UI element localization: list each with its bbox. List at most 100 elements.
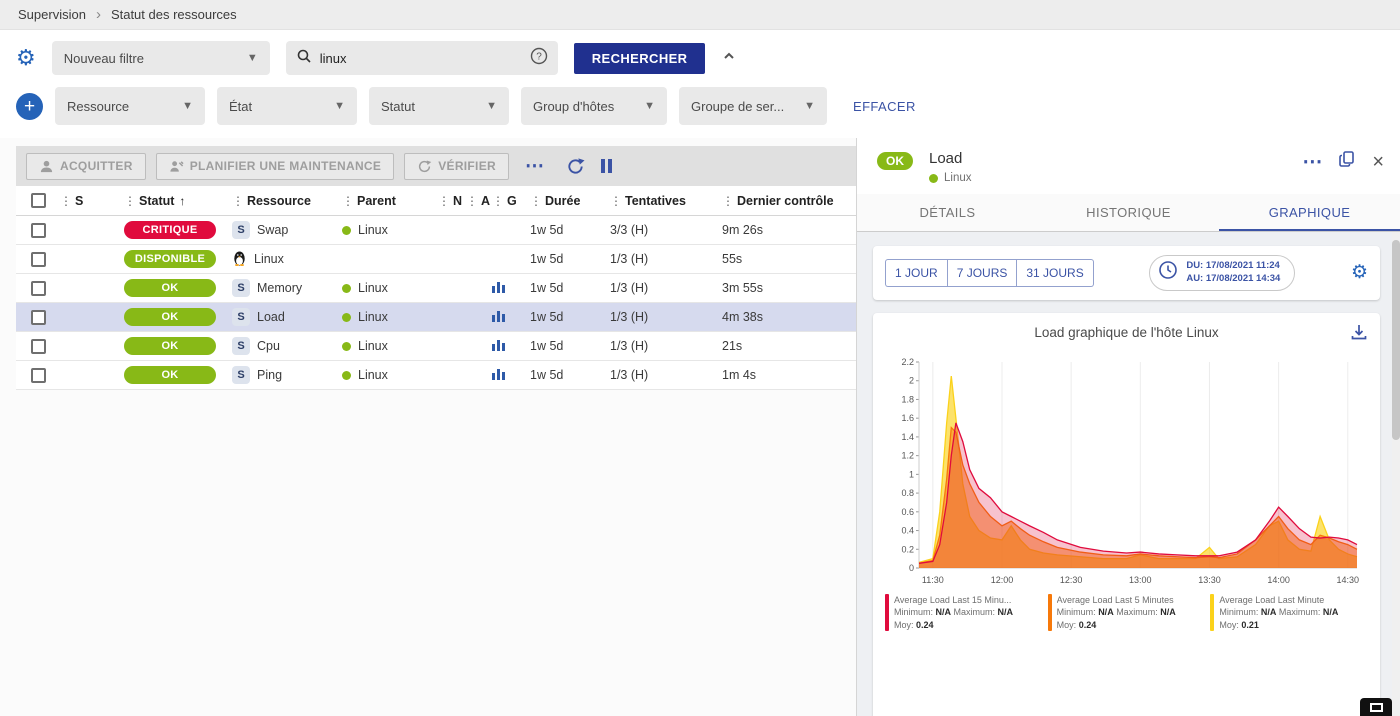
close-panel-icon[interactable]: × [1372, 152, 1384, 172]
resource-name[interactable]: Cpu [257, 339, 280, 353]
column-header-parent[interactable]: ⋮Parent [342, 194, 438, 208]
criteria-select-groupe-services[interactable]: Groupe de ser...▼ [679, 87, 827, 125]
resource-name[interactable]: Linux [254, 252, 284, 266]
search-button[interactable]: RECHERCHER [574, 43, 706, 74]
row-checkbox[interactable] [31, 368, 46, 383]
column-menu-icon[interactable]: ⋮ [530, 194, 542, 208]
parent-name[interactable]: Linux [358, 368, 388, 382]
table-row[interactable]: OK SPing Linux 1w 5d 1/3 (H) 1m 4s [16, 361, 856, 390]
graph-settings-gear-icon[interactable]: ⚙ [1351, 263, 1368, 282]
parent-name[interactable]: Linux [358, 281, 388, 295]
column-header-ressource[interactable]: ⋮Ressource [232, 194, 342, 208]
svg-text:1.8: 1.8 [901, 394, 914, 404]
saved-filter-select[interactable]: Nouveau filtre ▼ [52, 41, 270, 75]
status-dot [929, 174, 938, 183]
table-row[interactable]: DISPONIBLE Linux 1w 5d 1/3 (H) 55s [16, 245, 856, 274]
sort-asc-icon[interactable]: ↑ [179, 194, 185, 208]
breadcrumb: Supervision › Statut des ressources [0, 0, 1400, 30]
copy-link-icon[interactable] [1338, 150, 1356, 173]
status-badge: DISPONIBLE [124, 250, 216, 268]
clock-icon [1158, 260, 1178, 285]
parent-name[interactable]: Linux [358, 339, 388, 353]
legend-item[interactable]: Average Load Last 15 Minu...Minimum: N/A… [885, 594, 1043, 632]
resource-name[interactable]: Memory [257, 281, 302, 295]
graph-icon[interactable] [492, 367, 505, 380]
row-checkbox[interactable] [31, 223, 46, 238]
svg-text:0.4: 0.4 [901, 525, 914, 535]
range-1-day-button[interactable]: 1 JOUR [885, 259, 948, 287]
table-row[interactable]: OK SLoad Linux 1w 5d 1/3 (H) 4m 38s [16, 303, 856, 332]
pause-icon[interactable] [601, 159, 612, 173]
more-actions-icon[interactable]: ⋯ [519, 155, 550, 178]
svg-text:2: 2 [908, 375, 913, 385]
resource-name[interactable]: Swap [257, 223, 288, 237]
criteria-select-etat[interactable]: État▼ [217, 87, 357, 125]
custom-date-range-button[interactable]: DU: 17/08/2021 11:24 AU: 17/08/2021 14:3… [1149, 255, 1295, 291]
criteria-select-ressource[interactable]: Ressource▼ [55, 87, 205, 125]
row-checkbox[interactable] [31, 252, 46, 267]
check-button[interactable]: VÉRIFIER [404, 153, 509, 180]
criteria-select-groupe-hotes[interactable]: Group d'hôtes▼ [521, 87, 667, 125]
graph-icon[interactable] [492, 280, 505, 293]
column-header-statut[interactable]: ⋮Statut↑ [124, 194, 232, 208]
tries-cell: 1/3 (H) [610, 368, 722, 382]
column-header-n[interactable]: ⋮N [438, 194, 466, 208]
column-header-dernier-controle[interactable]: ⋮Dernier contrôle [722, 194, 856, 208]
maintenance-button[interactable]: PLANIFIER UNE MAINTENANCE [156, 153, 395, 180]
collapse-filters-chevron-up-icon[interactable] [721, 48, 737, 69]
column-header-g[interactable]: ⋮G [492, 194, 530, 208]
panel-scrollbar-track[interactable] [1392, 232, 1400, 716]
column-menu-icon[interactable]: ⋮ [610, 194, 622, 208]
breadcrumb-item-supervision[interactable]: Supervision [18, 7, 86, 22]
column-menu-icon[interactable]: ⋮ [492, 194, 504, 208]
column-header-severity[interactable]: ⋮S [60, 194, 124, 208]
svg-text:14:00: 14:00 [1267, 575, 1290, 585]
column-menu-icon[interactable]: ⋮ [342, 194, 354, 208]
parent-name[interactable]: Linux [358, 223, 388, 237]
row-checkbox[interactable] [31, 339, 46, 354]
range-7-days-button[interactable]: 7 JOURS [947, 259, 1018, 287]
graph-icon[interactable] [492, 309, 505, 322]
tab-graphique[interactable]: GRAPHIQUE [1219, 194, 1400, 231]
clear-filters-button[interactable]: EFFACER [853, 99, 916, 114]
table-row[interactable]: CRITIQUE SSwap Linux 1w 5d 3/3 (H) 9m 26… [16, 216, 856, 245]
select-all-checkbox[interactable] [31, 193, 46, 208]
column-menu-icon[interactable]: ⋮ [722, 194, 734, 208]
tab-historique[interactable]: HISTORIQUE [1038, 194, 1219, 231]
acknowledge-button[interactable]: ACQUITTER [26, 153, 146, 180]
table-row[interactable]: OK SMemory Linux 1w 5d 1/3 (H) 3m 55s [16, 274, 856, 303]
range-31-days-button[interactable]: 31 JOURS [1016, 259, 1093, 287]
column-menu-icon[interactable]: ⋮ [60, 194, 72, 208]
row-checkbox[interactable] [31, 281, 46, 296]
column-menu-icon[interactable]: ⋮ [438, 194, 450, 208]
tab-details[interactable]: DÉTAILS [857, 194, 1038, 231]
parent-name[interactable]: Linux [358, 310, 388, 324]
help-icon[interactable]: ? [530, 47, 548, 70]
resource-name[interactable]: Ping [257, 368, 282, 382]
add-criteria-plus-icon[interactable]: + [16, 93, 43, 120]
duration-cell: 1w 5d [530, 223, 610, 237]
legend-item[interactable]: Average Load Last MinuteMinimum: N/A Max… [1210, 594, 1368, 632]
refresh-icon[interactable] [566, 157, 585, 176]
legend-item[interactable]: Average Load Last 5 MinutesMinimum: N/A … [1048, 594, 1206, 632]
column-header-duree[interactable]: ⋮Durée [530, 194, 610, 208]
panel-parent-label[interactable]: Linux [944, 172, 972, 184]
panel-scrollbar-thumb[interactable] [1392, 240, 1400, 440]
column-header-a[interactable]: ⋮A [466, 194, 492, 208]
panel-more-actions-icon[interactable]: ⋯ [1302, 152, 1322, 172]
breadcrumb-item-statut[interactable]: Statut des ressources [111, 7, 237, 22]
column-header-tentatives[interactable]: ⋮Tentatives [610, 194, 722, 208]
search-box[interactable]: ? [286, 41, 558, 75]
row-checkbox[interactable] [31, 310, 46, 325]
column-menu-icon[interactable]: ⋮ [466, 194, 478, 208]
service-icon: S [232, 308, 250, 326]
criteria-select-statut[interactable]: Statut▼ [369, 87, 509, 125]
download-graph-icon[interactable] [1350, 323, 1368, 346]
filter-settings-gear-icon[interactable]: ⚙ [16, 47, 36, 69]
graph-icon[interactable] [492, 338, 505, 351]
column-menu-icon[interactable]: ⋮ [124, 194, 136, 208]
table-row[interactable]: OK SCpu Linux 1w 5d 1/3 (H) 21s [16, 332, 856, 361]
column-menu-icon[interactable]: ⋮ [232, 194, 244, 208]
resource-name[interactable]: Load [257, 310, 285, 324]
search-input[interactable] [320, 51, 522, 66]
